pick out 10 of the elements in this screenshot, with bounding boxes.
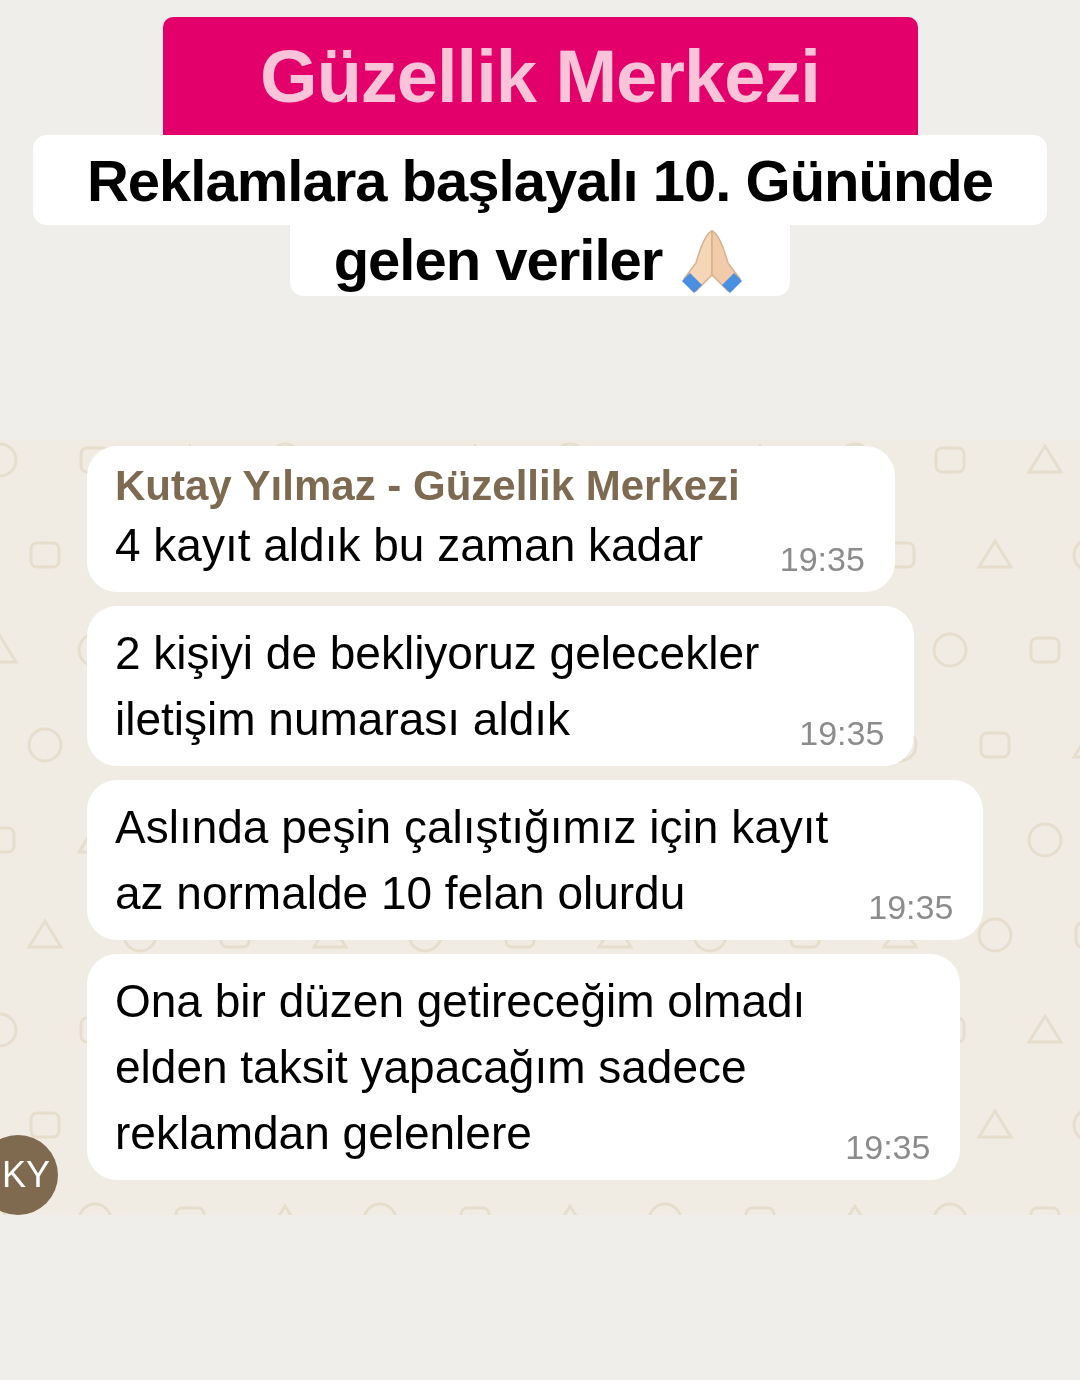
message-time: 19:35 [799,716,885,752]
sender-name: Kutay Yılmaz - Güzellik Merkezi [115,461,740,511]
message-text: 4 kayıt aldık bu zaman kadar [115,518,705,573]
message-time: 19:35 [868,890,954,926]
message-text: Ona bir düzen getireceğim olmadı elden taksit yapacağım sadece reklamdan gelenlere [115,974,806,1161]
message-text: 2 kişiyi de bekliyoruz gelecekler iletişim numarası aldık [115,626,760,747]
message-time: 19:35 [845,1130,931,1166]
message-time: 19:35 [779,542,865,578]
message-text: Aslında peşin çalıştığımız için kayıt az normalde 10 felan olurdu [115,800,829,921]
title-banner: Güzellik Merkezi [162,17,918,135]
